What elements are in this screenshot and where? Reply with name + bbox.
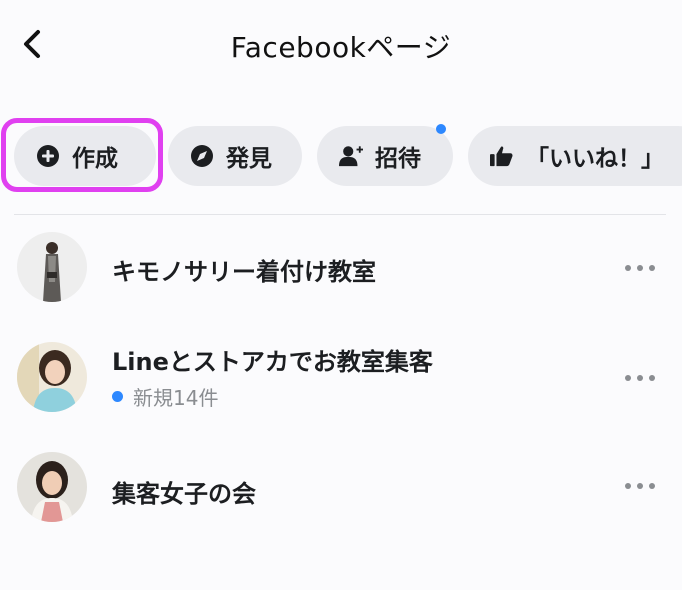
page-row[interactable]: キモノサリー着付け教室: [0, 228, 682, 318]
plus-circle-icon: [36, 144, 60, 168]
more-options-button[interactable]: [620, 258, 660, 278]
page-name: Lineとストアカでお教室集客: [112, 348, 433, 376]
add-person-icon: [339, 144, 363, 168]
header: Facebookページ: [0, 0, 682, 90]
more-options-button[interactable]: [620, 368, 660, 388]
avatar: [17, 342, 87, 412]
likes-chip-label: 「いいね！」: [526, 146, 664, 172]
invite-chip-label: 招待: [375, 146, 421, 172]
invite-chip[interactable]: 招待: [317, 126, 453, 186]
more-options-button[interactable]: [620, 476, 660, 496]
facebook-pages-screen: Facebookページ 作成 発見 招待 「いいね！」 キモノサリー着付け教室 …: [0, 0, 682, 590]
more-horizontal-icon: [625, 265, 655, 271]
page-row[interactable]: 集客女子の会: [0, 448, 682, 538]
page-subtitle: 新規14件: [112, 382, 218, 411]
action-chips: 作成 発見 招待 「いいね！」: [0, 118, 682, 196]
new-activity-dot: [112, 391, 123, 402]
page-name: キモノサリー着付け教室: [112, 258, 376, 286]
compass-icon: [190, 144, 214, 168]
page-name: 集客女子の会: [112, 480, 256, 508]
divider: [14, 214, 666, 215]
new-count-label: 新規14件: [133, 386, 219, 410]
likes-chip[interactable]: 「いいね！」: [468, 126, 682, 186]
page-row[interactable]: Lineとストアカでお教室集客 新規14件: [0, 338, 682, 428]
discover-chip[interactable]: 発見: [168, 126, 302, 186]
thumbs-up-icon: [490, 144, 514, 168]
create-chip-label: 作成: [72, 146, 118, 172]
avatar: [17, 452, 87, 522]
create-chip[interactable]: 作成: [14, 126, 156, 186]
page-title: Facebookページ: [230, 31, 452, 64]
discover-chip-label: 発見: [226, 146, 272, 172]
invite-notification-dot: [436, 124, 446, 134]
more-horizontal-icon: [625, 483, 655, 489]
more-horizontal-icon: [625, 375, 655, 381]
avatar: [17, 232, 87, 302]
